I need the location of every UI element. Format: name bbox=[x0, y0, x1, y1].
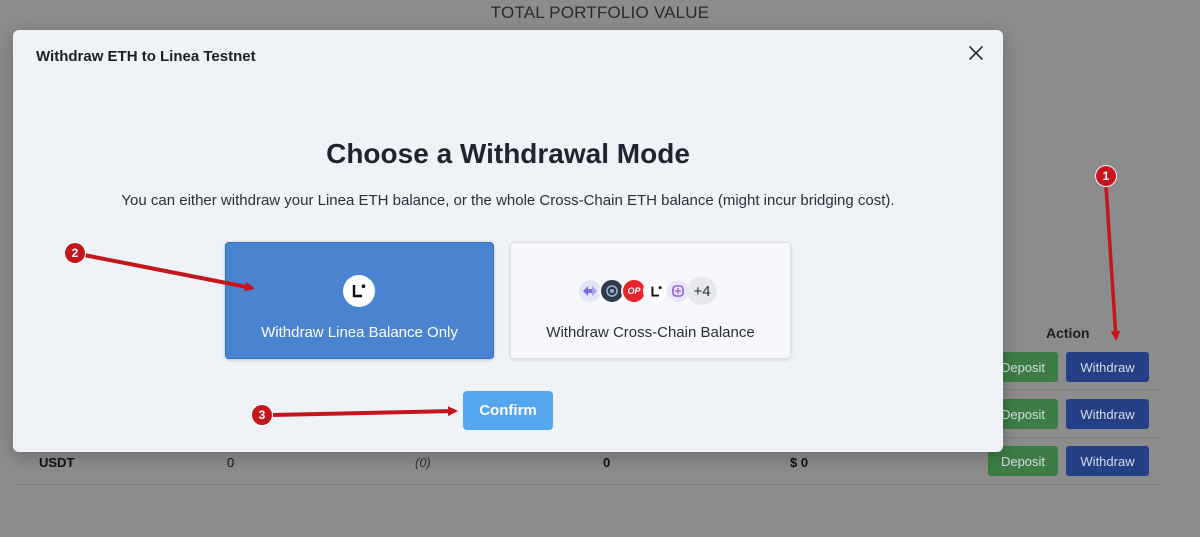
modal-description: You can either withdraw your Linea ETH b… bbox=[121, 192, 895, 209]
more-chains-count: +4 bbox=[687, 277, 717, 305]
close-icon[interactable] bbox=[965, 42, 987, 64]
withdraw-button[interactable]: Withdraw bbox=[1066, 399, 1149, 429]
token-balance: 0 bbox=[227, 455, 235, 470]
arrow-step-1 bbox=[1104, 185, 1121, 341]
token-name: USDT bbox=[39, 455, 75, 470]
token-usd-value: $ 0 bbox=[790, 455, 809, 470]
modal-title: Withdraw ETH to Linea Testnet bbox=[36, 48, 256, 65]
modal-heading: Choose a Withdrawal Mode bbox=[326, 138, 690, 169]
option-label: Withdraw Cross-Chain Balance bbox=[546, 324, 755, 341]
option-linea-balance-only[interactable]: Withdraw Linea Balance Only bbox=[225, 242, 494, 359]
token-value-paren: (0) bbox=[415, 455, 431, 470]
portfolio-title: TOTAL PORTFOLIO VALUE bbox=[490, 3, 710, 22]
token-amount: 0 bbox=[603, 455, 611, 470]
withdraw-button[interactable]: Withdraw bbox=[1066, 352, 1149, 382]
linea-logo-icon bbox=[343, 275, 375, 307]
option-label: Withdraw Linea Balance Only bbox=[261, 324, 458, 341]
withdraw-modal: Withdraw ETH to Linea Testnet Choose a W… bbox=[13, 30, 1003, 452]
row-divider bbox=[14, 484, 1160, 485]
step-badge-1: 1 bbox=[1096, 166, 1116, 186]
action-column-header: Action bbox=[1046, 325, 1090, 341]
chain-icons-group: OP +4 bbox=[577, 277, 717, 305]
withdraw-button[interactable]: Withdraw bbox=[1066, 446, 1149, 476]
confirm-button[interactable]: Confirm bbox=[463, 391, 553, 430]
option-cross-chain-balance[interactable]: OP +4 Withdraw Cross-Chain Balance bbox=[510, 242, 791, 359]
optimism-badge-text: OP bbox=[627, 286, 641, 296]
